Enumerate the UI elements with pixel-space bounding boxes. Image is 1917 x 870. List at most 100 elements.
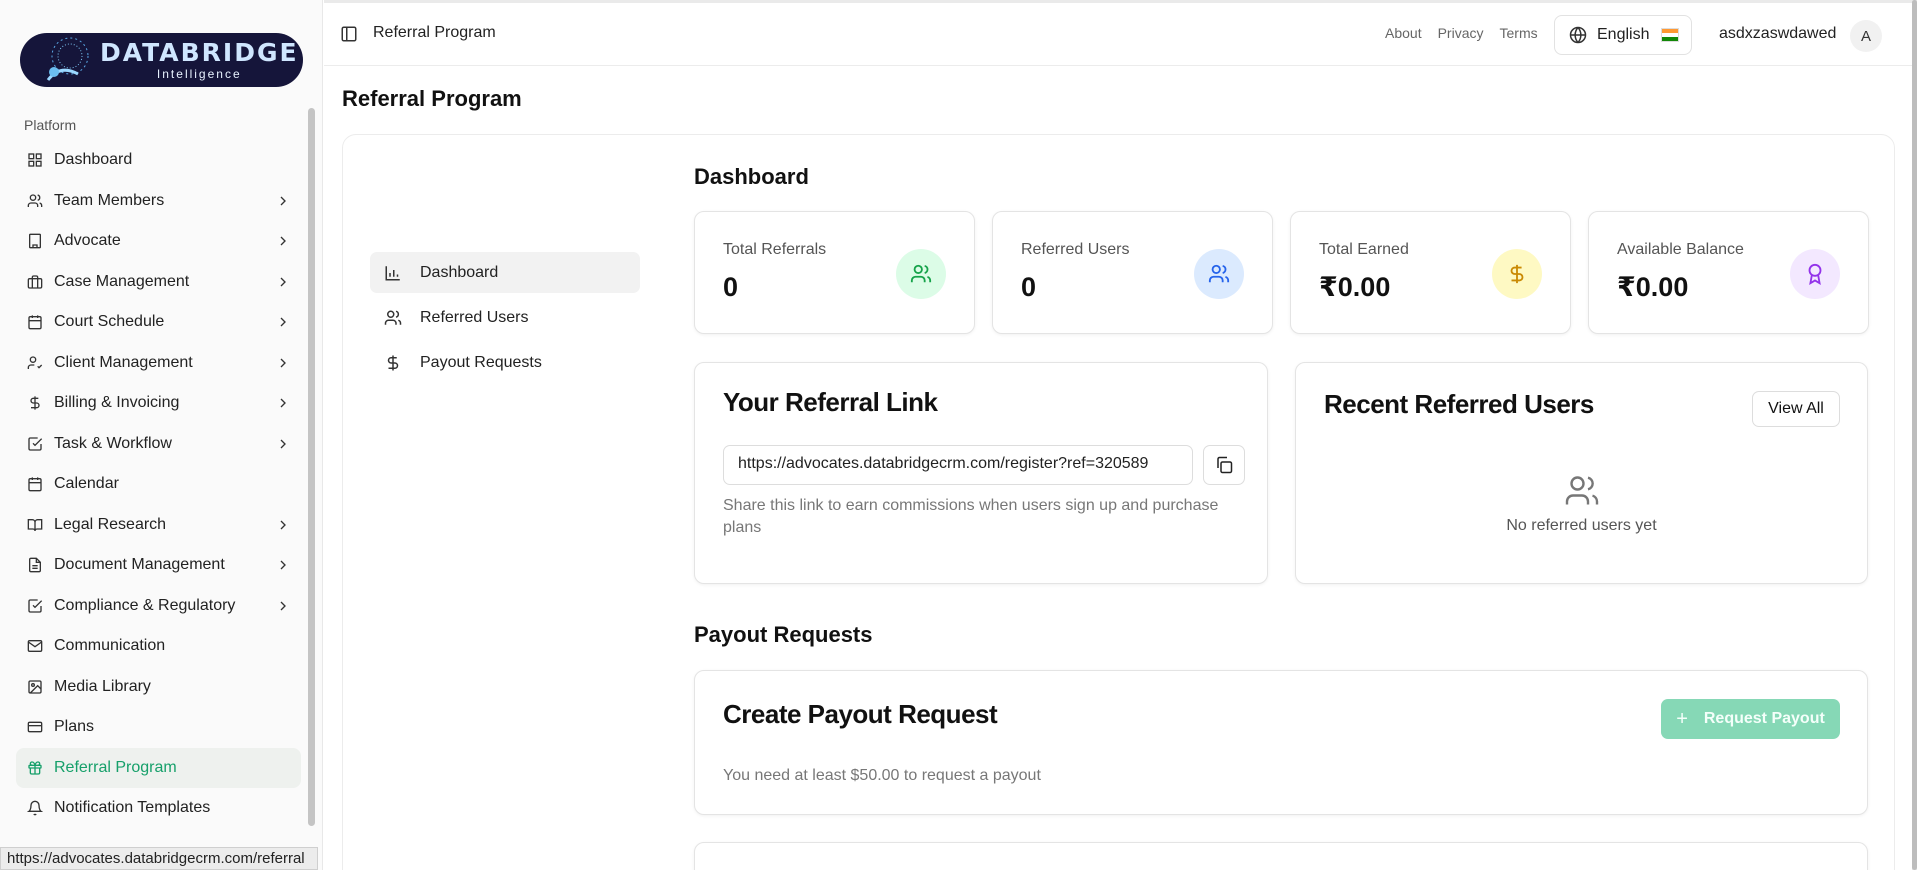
stat-value: 0 — [1021, 272, 1037, 302]
credit-card-icon — [26, 718, 44, 736]
check-square-icon — [26, 597, 44, 615]
sidebar-item-label: Court Schedule — [54, 313, 165, 331]
sidebar-item-case-management[interactable]: Case Management — [16, 262, 301, 303]
sidebar-item-dashboard[interactable]: Dashboard — [16, 140, 301, 181]
language-label: English — [1597, 26, 1650, 43]
breadcrumb: Referral Program — [373, 24, 496, 41]
grid-icon — [26, 151, 44, 169]
chevron-right-icon — [280, 236, 286, 246]
language-selector[interactable]: English — [1554, 15, 1692, 55]
calendar-days-icon — [26, 475, 44, 493]
sidebar-item-label: Legal Research — [54, 515, 167, 533]
logo-tagline: Intelligence — [156, 67, 242, 81]
logo-globe-icon — [40, 34, 92, 86]
top-links: About Privacy Terms — [1385, 25, 1538, 41]
payout-history-card — [694, 842, 1868, 870]
referral-link-title: Your Referral Link — [723, 387, 938, 417]
view-all-button[interactable]: View All — [1752, 391, 1840, 427]
sidebar-item-billing[interactable]: Billing & Invoicing — [16, 383, 301, 424]
copy-link-button[interactable] — [1203, 445, 1245, 485]
stat-label: Total Earned — [1319, 241, 1409, 258]
users-icon — [1194, 249, 1244, 299]
sidebar-item-label: Document Management — [54, 556, 225, 574]
building-icon — [26, 232, 44, 250]
subnav-dashboard[interactable]: Dashboard — [370, 252, 640, 293]
recent-users-title: Recent Referred Users — [1324, 389, 1594, 419]
bell-icon — [26, 799, 44, 817]
chevron-right-icon — [280, 560, 286, 570]
users-icon — [26, 192, 44, 210]
book-icon — [26, 516, 44, 534]
bar-chart-icon — [385, 265, 400, 280]
sidebar-item-label: Media Library — [54, 677, 151, 695]
request-payout-button[interactable]: + Request Payout — [1661, 699, 1840, 739]
avatar[interactable]: A — [1850, 20, 1882, 52]
sidebar-group-label: Platform — [24, 117, 77, 133]
user-name[interactable]: asdxzaswdawed — [1719, 25, 1836, 43]
sidebar-item-media-library[interactable]: Media Library — [16, 667, 301, 708]
browser-status-url: https://advocates.databridgecrm.com/refe… — [0, 847, 318, 870]
sidebar-item-referral-program[interactable]: Referral Program — [16, 747, 301, 788]
create-payout-title: Create Payout Request — [723, 699, 998, 729]
subnav-referred-users[interactable]: Referred Users — [370, 297, 640, 338]
sidebar-item-calendar[interactable]: Calendar — [16, 464, 301, 505]
chevron-right-icon — [280, 439, 286, 448]
logo[interactable]: DATABRIDGE Intelligence — [20, 33, 303, 87]
sidebar-item-label: Plans — [54, 718, 95, 736]
topbar: Referral Program About Privacy Terms Eng… — [324, 0, 1912, 66]
stat-available-balance: Available Balance ₹0.00 — [1588, 211, 1869, 334]
sidebar-item-label: Communication — [54, 637, 166, 655]
sidebar-item-advocate[interactable]: Advocate — [16, 221, 301, 262]
sidebar-item-label: Case Management — [54, 272, 190, 290]
stat-label: Available Balance — [1617, 241, 1744, 258]
about-link[interactable]: About — [1385, 25, 1422, 41]
stat-value: ₹0.00 — [1617, 272, 1689, 302]
sidebar-item-team-members[interactable]: Team Members — [16, 181, 301, 222]
sidebar: DATABRIDGE Intelligence Platform Dashboa… — [0, 0, 323, 870]
gift-icon — [26, 759, 44, 777]
sidebar-toggle-icon[interactable] — [340, 25, 358, 43]
india-flag-icon — [1661, 28, 1680, 42]
referral-link-input[interactable]: https://advocates.databridgecrm.com/regi… — [723, 445, 1193, 485]
sidebar-item-label: Notification Templates — [54, 799, 211, 817]
stat-value: ₹0.00 — [1319, 272, 1391, 302]
chevron-right-icon — [280, 398, 286, 408]
payout-minimum-note: You need at least $50.00 to request a pa… — [723, 767, 1041, 784]
sidebar-item-legal-research[interactable]: Legal Research — [16, 505, 301, 546]
image-icon — [26, 678, 44, 696]
sidebar-item-label: Calendar — [54, 475, 119, 493]
sidebar-item-court-schedule[interactable]: Court Schedule — [16, 302, 301, 343]
window-scrollbar-thumb[interactable] — [1912, 0, 1917, 870]
briefcase-icon — [26, 273, 44, 291]
terms-link[interactable]: Terms — [1500, 25, 1538, 41]
stat-referred-users: Referred Users 0 — [992, 211, 1273, 334]
sidebar-scrollbar[interactable] — [308, 108, 315, 826]
stat-value: 0 — [723, 272, 739, 302]
dollar-icon — [1492, 249, 1542, 299]
sidebar-item-task-workflow[interactable]: Task & Workflow — [16, 424, 301, 465]
sidebar-nav: Dashboard Team Members Advocate Case Man… — [16, 140, 301, 829]
mail-icon — [26, 637, 44, 655]
referral-link-help: Share this link to earn commissions when… — [723, 497, 1219, 536]
logo-wordmark: DATABRIDGE — [100, 38, 299, 67]
sidebar-item-plans[interactable]: Plans — [16, 707, 301, 748]
request-payout-label: Request Payout — [1703, 710, 1825, 727]
empty-state-text: No referred users yet — [1506, 517, 1657, 534]
sidebar-item-compliance[interactable]: Compliance & Regulatory — [16, 586, 301, 627]
dollar-icon — [26, 394, 44, 412]
chevron-right-icon — [280, 317, 286, 327]
sidebar-item-label: Billing & Invoicing — [54, 394, 180, 412]
stat-label: Referred Users — [1021, 241, 1130, 258]
sidebar-item-communication[interactable]: Communication — [16, 626, 301, 667]
calendar-icon — [26, 313, 44, 331]
privacy-link[interactable]: Privacy — [1438, 25, 1484, 41]
globe-icon — [1569, 26, 1587, 44]
sidebar-item-label: Compliance & Regulatory — [54, 596, 236, 614]
subnav-payout-requests[interactable]: Payout Requests — [370, 342, 640, 383]
users-icon — [384, 310, 402, 325]
sidebar-item-label: Client Management — [54, 353, 193, 371]
sidebar-item-client-management[interactable]: Client Management — [16, 343, 301, 384]
sidebar-item-document-management[interactable]: Document Management — [16, 545, 301, 586]
sidebar-item-notification-templates[interactable]: Notification Templates — [16, 788, 301, 829]
window-scrollbar[interactable] — [1912, 0, 1917, 870]
